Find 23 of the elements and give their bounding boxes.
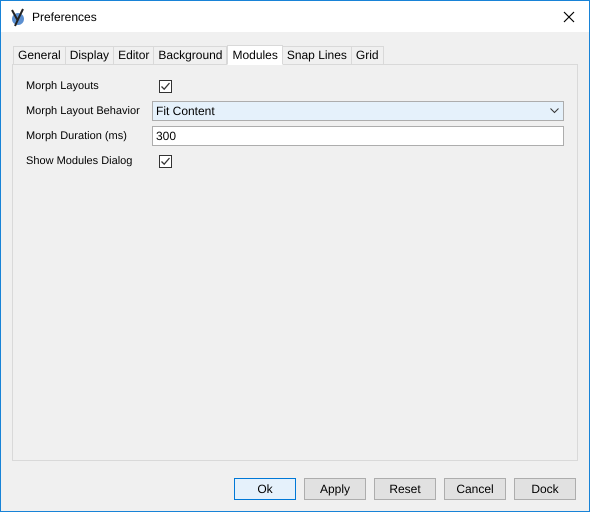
- tab[interactable]: Grid: [350, 46, 384, 64]
- dialog-button[interactable]: Cancel: [444, 478, 506, 500]
- close-icon[interactable]: [563, 10, 575, 22]
- field-label: Morph Layout Behavior: [26, 104, 141, 119]
- dialog-button[interactable]: Dock: [514, 478, 576, 500]
- chevron-down-icon: [550, 108, 559, 114]
- dialog-button[interactable]: Reset: [374, 478, 436, 500]
- field-label: Show Modules Dialog: [26, 154, 134, 169]
- app-logo-icon: [9, 6, 27, 26]
- dialog-button[interactable]: Apply: [304, 478, 366, 500]
- tab[interactable]: Modules: [227, 45, 283, 65]
- checkbox[interactable]: [159, 154, 172, 168]
- input-field[interactable]: 300: [152, 126, 564, 146]
- field-label: Morph Duration (ms): [26, 128, 128, 144]
- tab[interactable]: Snap Lines: [282, 46, 352, 64]
- tab[interactable]: Background: [153, 46, 228, 64]
- dialog-button[interactable]: Ok: [234, 478, 296, 500]
- dropdown[interactable]: Fit Content: [152, 101, 564, 121]
- checkbox[interactable]: [159, 80, 172, 92]
- window-title: Preferences: [32, 8, 97, 26]
- tab[interactable]: General: [13, 46, 66, 64]
- field-label: Morph Layouts: [26, 78, 100, 94]
- tab[interactable]: Display: [64, 46, 114, 64]
